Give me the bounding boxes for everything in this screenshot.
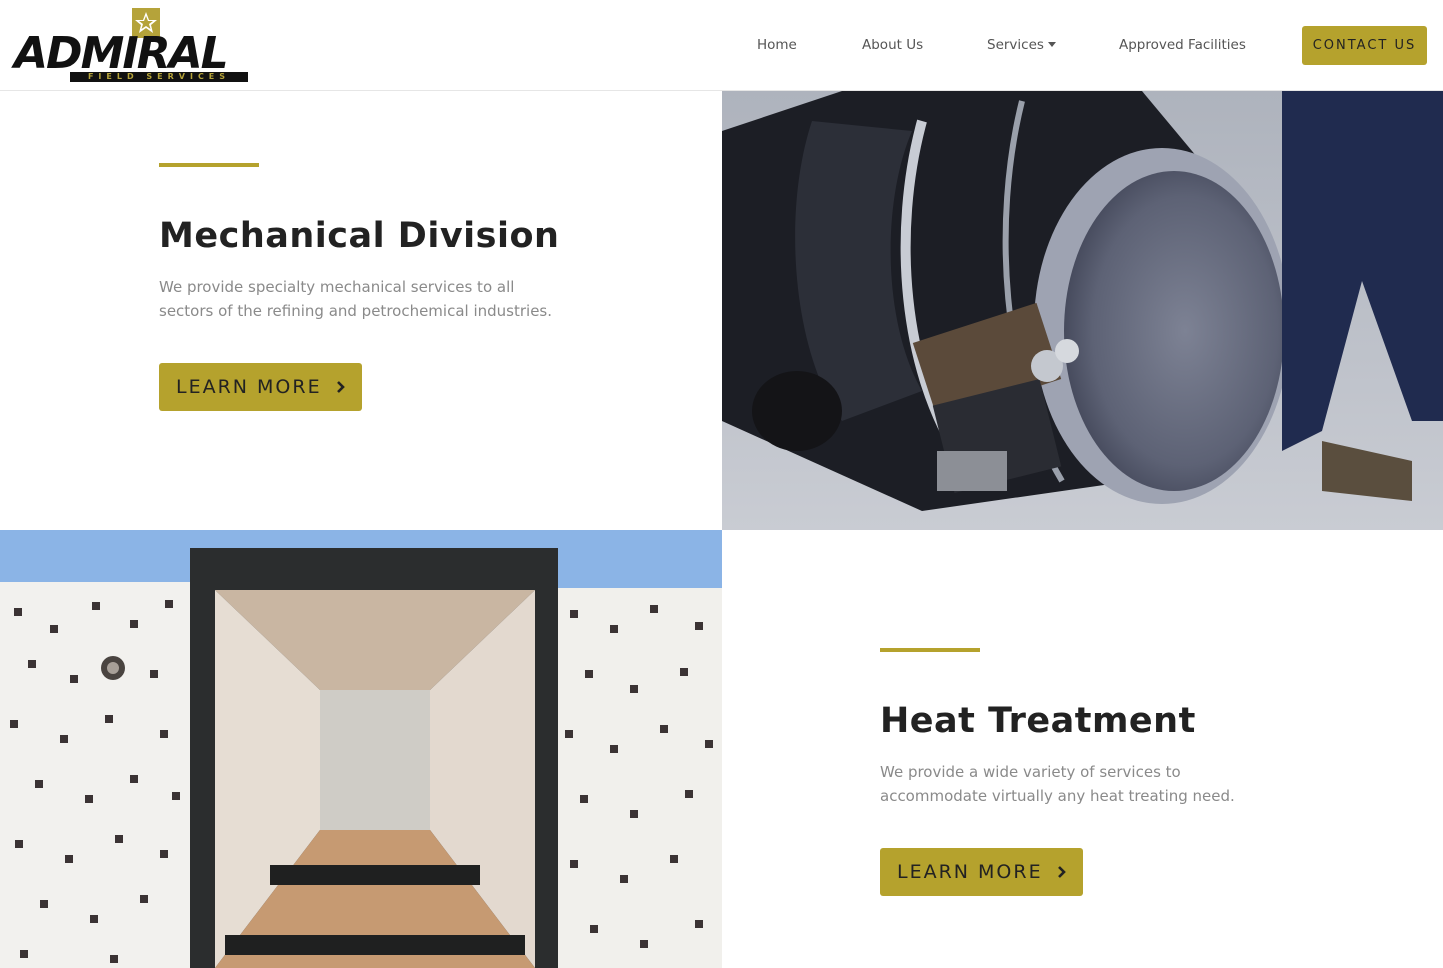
- mechanical-learn-more-label: LEARN MORE: [176, 376, 322, 398]
- mechanical-learn-more-button[interactable]: LEARN MORE: [159, 363, 362, 411]
- nav-services[interactable]: Services: [987, 37, 1056, 53]
- heat-treatment-learn-more-label: LEARN MORE: [897, 861, 1043, 883]
- mechanical-description: We provide specialty mechanical services…: [159, 278, 553, 320]
- chevron-right-icon: [1058, 866, 1066, 878]
- site-header: ADMIRAL FIELD SERVICES Home About Us Ser…: [0, 0, 1443, 91]
- heat-treatment-description: We provide a wide variety of services to…: [880, 763, 1235, 805]
- caret-down-icon: [1047, 42, 1056, 47]
- mechanical-title: Mechanical Division: [159, 216, 560, 256]
- heat-treatment-learn-more-button[interactable]: LEARN MORE: [880, 848, 1083, 896]
- nav-about-us[interactable]: About Us: [862, 37, 923, 53]
- heat-treatment-furnace-photo: [0, 530, 722, 968]
- nav-approved-facilities[interactable]: Approved Facilities: [1119, 37, 1246, 53]
- brand-logo[interactable]: ADMIRAL FIELD SERVICES: [14, 6, 250, 84]
- chevron-right-icon: [337, 381, 345, 393]
- nav-services-label: Services: [987, 37, 1044, 53]
- heat-treatment-accent-bar: [880, 648, 980, 652]
- brand-name: ADMIRAL: [14, 28, 229, 79]
- mechanical-accent-bar: [159, 163, 259, 167]
- contact-us-button[interactable]: CONTACT US: [1302, 26, 1427, 65]
- nav-home[interactable]: Home: [757, 37, 797, 53]
- brand-tagline: FIELD SERVICES: [70, 72, 248, 82]
- pipe-cutting-machine-photo: [722, 91, 1443, 530]
- heat-treatment-title: Heat Treatment: [880, 701, 1196, 741]
